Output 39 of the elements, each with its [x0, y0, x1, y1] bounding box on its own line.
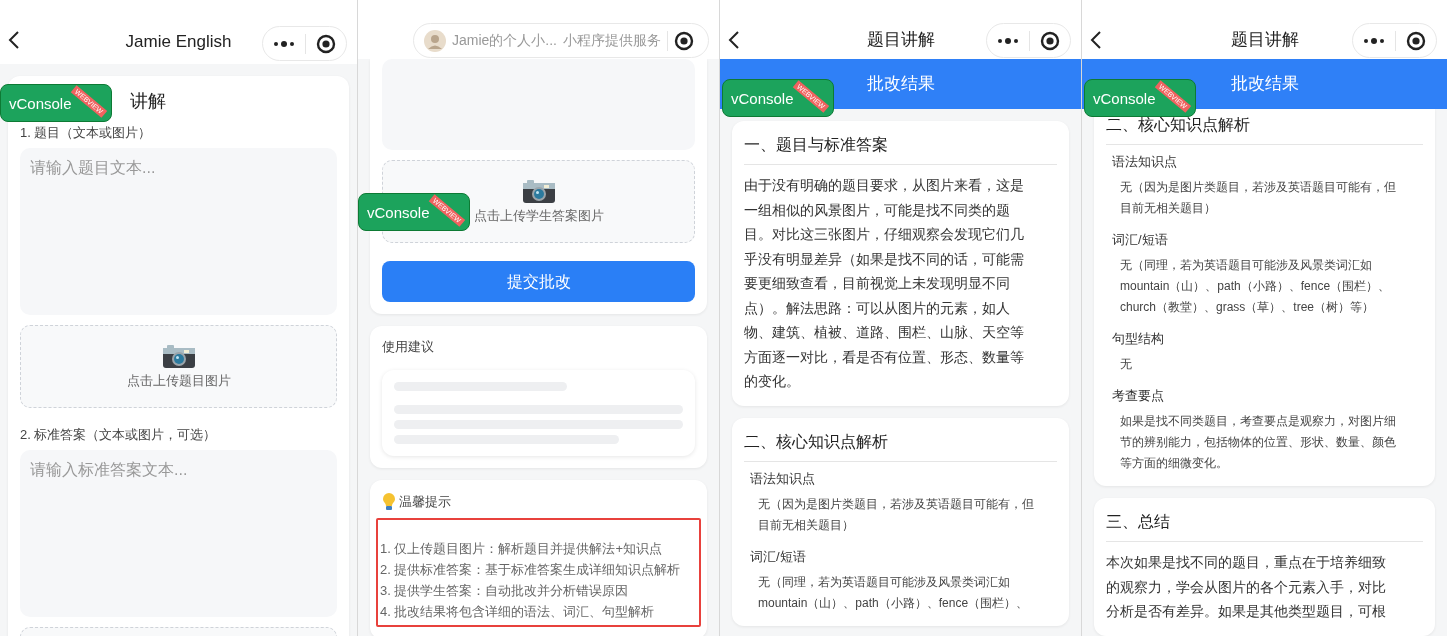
subsection-text: 如果是找不同类题目，考查要点是观察力，对图片细节的辨别能力，包括物体的位置、形状、数量、颜色等方面的细微变化。: [1120, 413, 1397, 472]
subsection-title: 词汇/短语: [1112, 231, 1169, 249]
text-input-field[interactable]: 请输入题目文本...: [20, 148, 337, 315]
service-name: Jamie的个人小...: [452, 31, 557, 50]
subsection-title: 句型结构: [1112, 330, 1165, 348]
submit-button[interactable]: 提交批改: [382, 261, 695, 302]
page-title: Jamie English: [125, 31, 232, 53]
subsection-text: 无（因为是图片类题目，若涉及英语题目可能有，但目前无相关题目）: [758, 495, 1035, 534]
card-title: 使用建议: [382, 338, 435, 356]
subsection-title: 语法知识点: [1112, 153, 1178, 171]
subsection-text: 无（同理，若为英语题目可能涉及风景类词汇如mountain（山）、path（小路）、fence（围栏）、: [758, 573, 1030, 612]
card-title: 讲解: [130, 90, 167, 113]
upload-area[interactable]: 点击上传题目图片: [20, 325, 337, 408]
subsection-text: 无: [1120, 356, 1133, 373]
subsection-text: 无（因为是图片类题目，若涉及英语题目可能有，但目前无相关题目）: [1120, 179, 1397, 217]
page-title: 题目讲解: [1230, 29, 1299, 51]
tip-text: 1. 仅上传题目图片：解析题目并提供解法+知识点: [380, 540, 664, 558]
field-label: 2. 标准答案（文本或图片，可选）: [20, 426, 218, 444]
card-title: 温馨提示: [399, 493, 451, 511]
section-title: 三、总结: [1106, 510, 1423, 542]
field-label: 1. 题目（文本或图片）: [20, 124, 153, 142]
subsection-text: 无（同理，若为英语题目可能涉及风景类词汇如mountain（山）、path（小路）、fence（围栏）、church（教堂）、grass（草）、tree（树）等）: [1120, 257, 1392, 316]
subsection-title: 语法知识点: [750, 469, 816, 488]
subsection-title: 词汇/短语: [750, 547, 807, 566]
header-title: 批改结果: [1230, 73, 1299, 95]
text-input-field[interactable]: 请输入标准答案文本...: [20, 450, 337, 617]
section-title: 一、题目与标准答案: [744, 133, 1057, 165]
paragraph-text: 本次如果是找不同的题目，重点在于培养细致的观察力，学会从图片的各个元素入手，对比分析是否有差异。如果是其他类型题目，可根: [1106, 553, 1387, 621]
upload-hint: 点击上传学生答案图片: [473, 206, 604, 225]
tip-text: 2. 提供标准答案：基于标准答案生成详细知识点解析: [380, 561, 682, 579]
header-title: 批改结果: [866, 73, 935, 95]
tip-text: 3. 提供学生答案：自动批改并分析错误原因: [380, 582, 630, 600]
subsection-title: 考查要点: [1112, 387, 1165, 405]
upload-hint: 点击上传题目图片: [126, 371, 231, 390]
page-title: 题目讲解: [866, 29, 935, 51]
tip-text: 4. 批改结果将包含详细的语法、词汇、句型解析: [380, 603, 656, 621]
service-note: 小程序提供服务: [563, 31, 661, 50]
section-title: 二、核心知识点解析: [744, 429, 1057, 462]
paragraph-text: 由于没有明确的题目要求，从图片来看，这是一组相似的风景图片，可能是找不同类的题目。对比这三张图片，仔细观察会发现它们几乎没有明显差异（如果是找不同的话，可能需要更细致查看，目前视觉上未发现明显不同点）。解法思路：可以从图片的元素，如人物、建筑、植被、道路、围栏、山脉、天空等方面逐一对比，看是否有位置、形态、数量等的变化。: [744, 176, 1025, 391]
